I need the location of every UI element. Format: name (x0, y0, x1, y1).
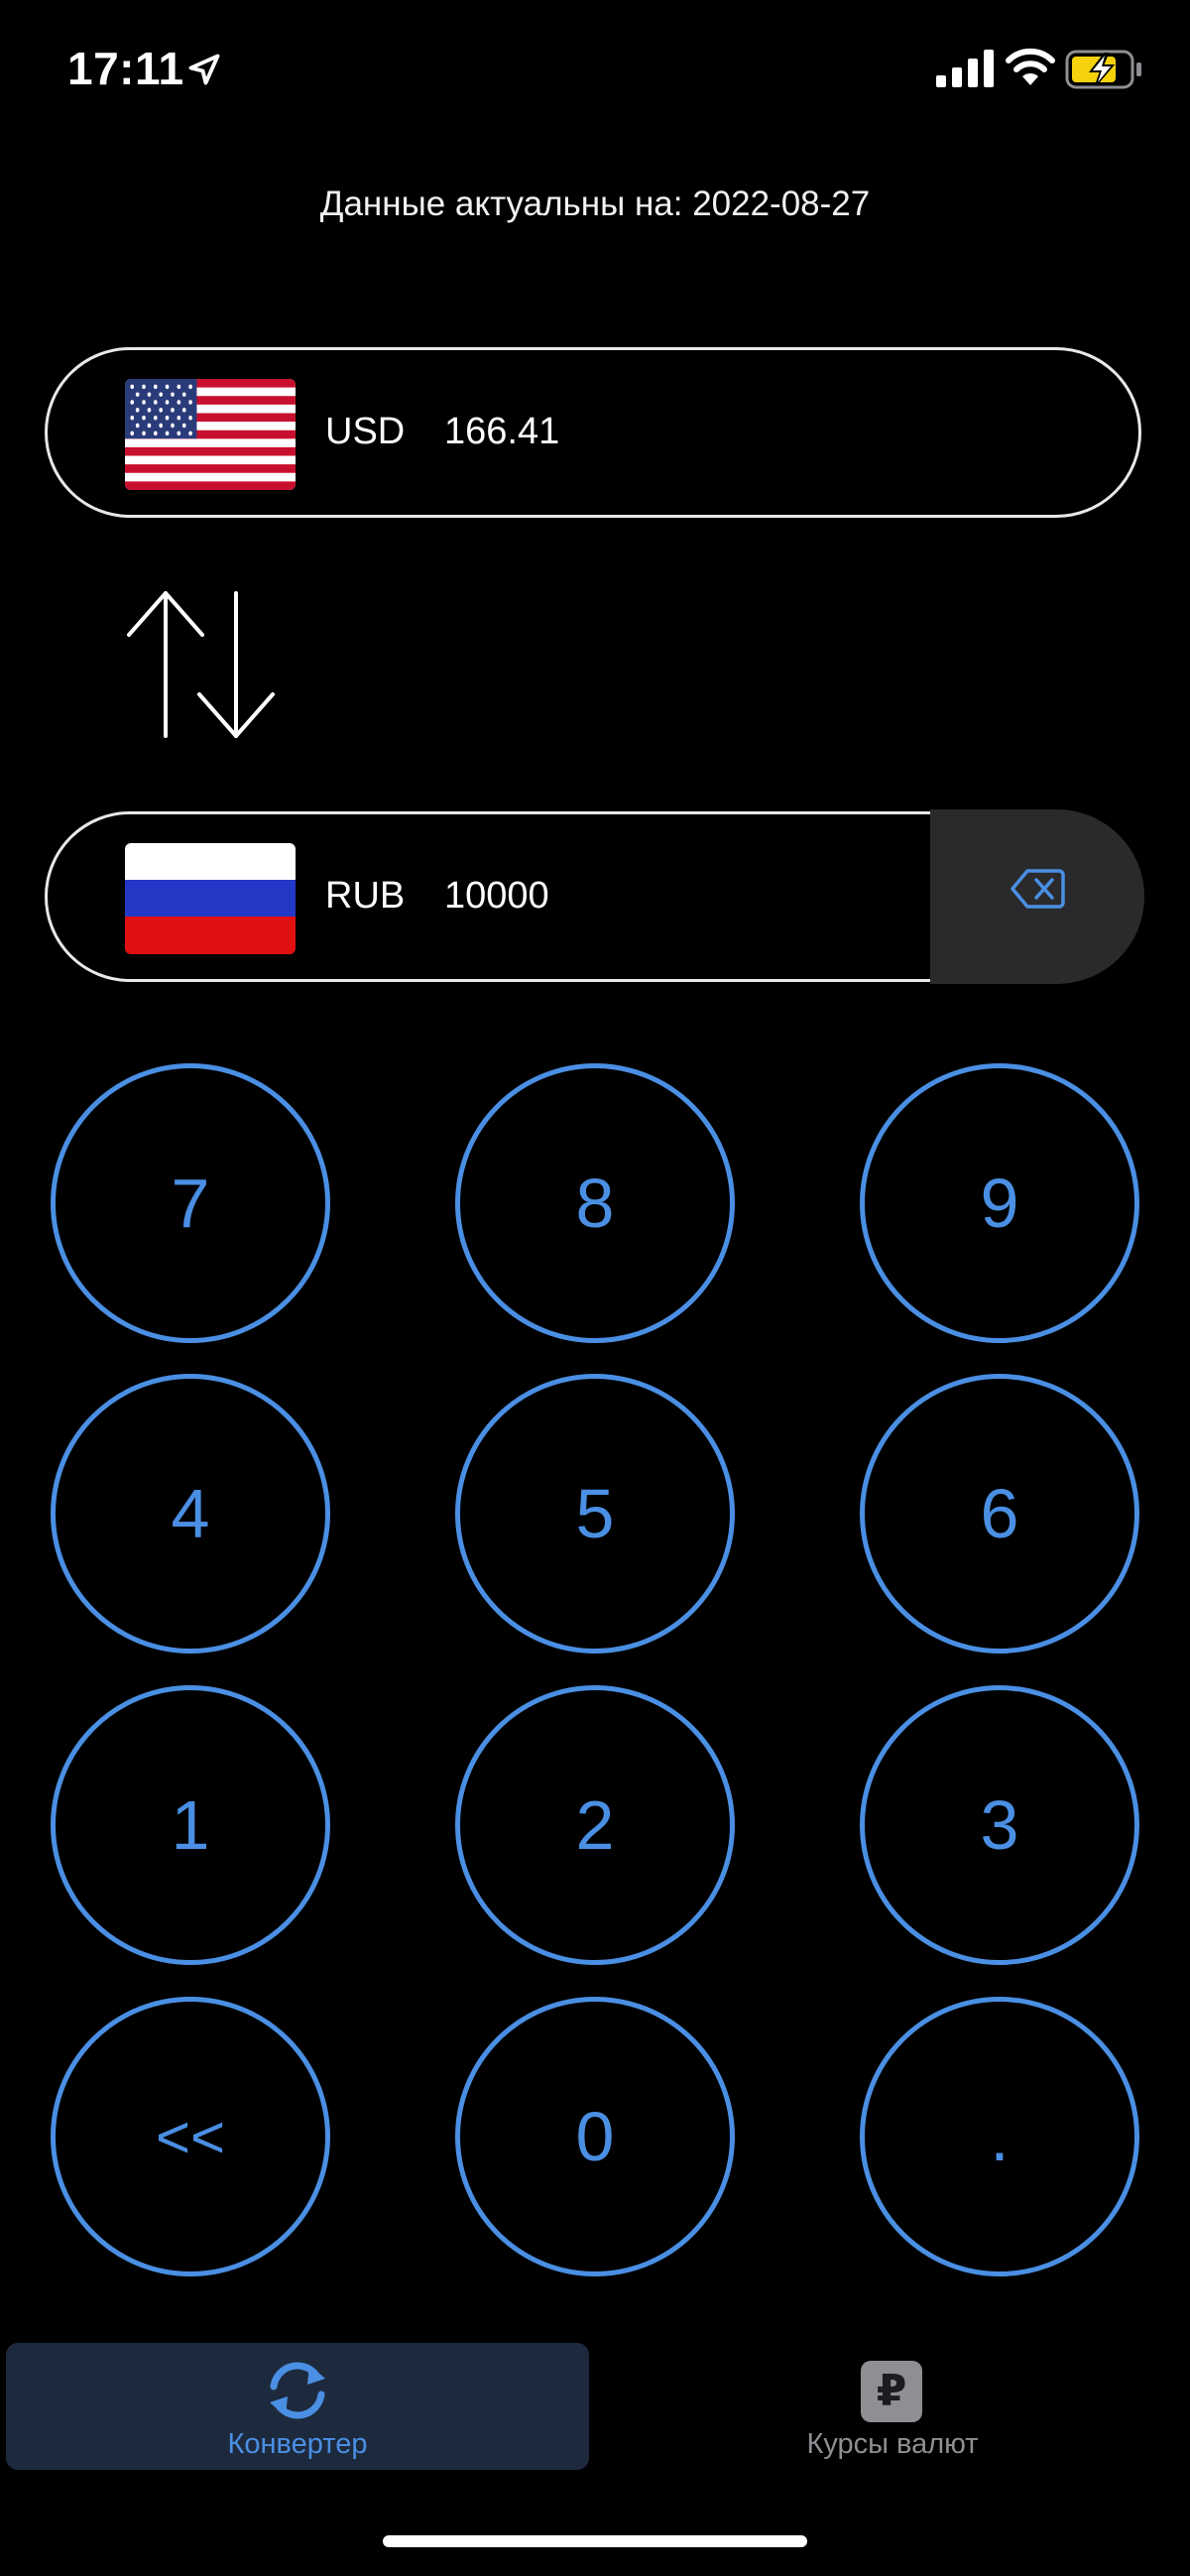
keypad-key-7[interactable]: 7 (51, 1063, 330, 1343)
keypad-key-4[interactable]: 4 (51, 1374, 330, 1654)
from-currency-amount: 166.41 (444, 411, 560, 452)
to-currency-amount: 10000 (444, 875, 549, 917)
ru-flag-icon[interactable] (125, 843, 296, 954)
ruble-sign-icon: ₽ (861, 2361, 922, 2422)
delete-backward-button[interactable] (930, 809, 1144, 984)
keypad-key-9[interactable]: 9 (860, 1063, 1139, 1343)
swap-arrows-icon[interactable] (119, 585, 283, 744)
keypad-key-6[interactable]: 6 (860, 1374, 1139, 1654)
keypad-key-5[interactable]: 5 (455, 1374, 735, 1654)
tab-converter[interactable]: Конвертер (6, 2343, 589, 2470)
wifi-icon (1006, 48, 1055, 85)
keypad-key-3[interactable]: 3 (860, 1685, 1139, 1965)
tab-currency-rates-label: Курсы валют (806, 2428, 979, 2460)
tab-converter-label: Конвертер (227, 2428, 368, 2460)
status-time: 17:11 (67, 43, 184, 94)
to-currency-code: RUB (325, 875, 406, 917)
keypad-key-8[interactable]: 8 (455, 1063, 735, 1343)
from-currency-code: USD (325, 411, 406, 452)
cellular-signal-icon (936, 50, 994, 87)
keypad-key-1[interactable]: 1 (51, 1685, 330, 1965)
data-updated-label: Данные актуальны на: 2022-08-27 (319, 184, 871, 223)
keypad-key-2[interactable]: 2 (455, 1685, 735, 1965)
tab-currency-rates[interactable]: ₽ Курсы валют (601, 2343, 1184, 2470)
location-arrow-icon (188, 54, 220, 85)
keypad-key-clear[interactable]: << (51, 1997, 330, 2276)
from-currency-field[interactable]: USD 166.41 (45, 347, 1141, 518)
delete-backward-icon (1011, 869, 1065, 909)
keypad-key-decimal[interactable]: . (860, 1997, 1139, 2276)
battery-charging-icon (1065, 50, 1141, 89)
keypad-key-0[interactable]: 0 (455, 1997, 735, 2276)
refresh-cycle-icon (270, 2362, 325, 2419)
us-flag-icon[interactable] (125, 379, 296, 490)
home-indicator[interactable] (383, 2535, 807, 2547)
